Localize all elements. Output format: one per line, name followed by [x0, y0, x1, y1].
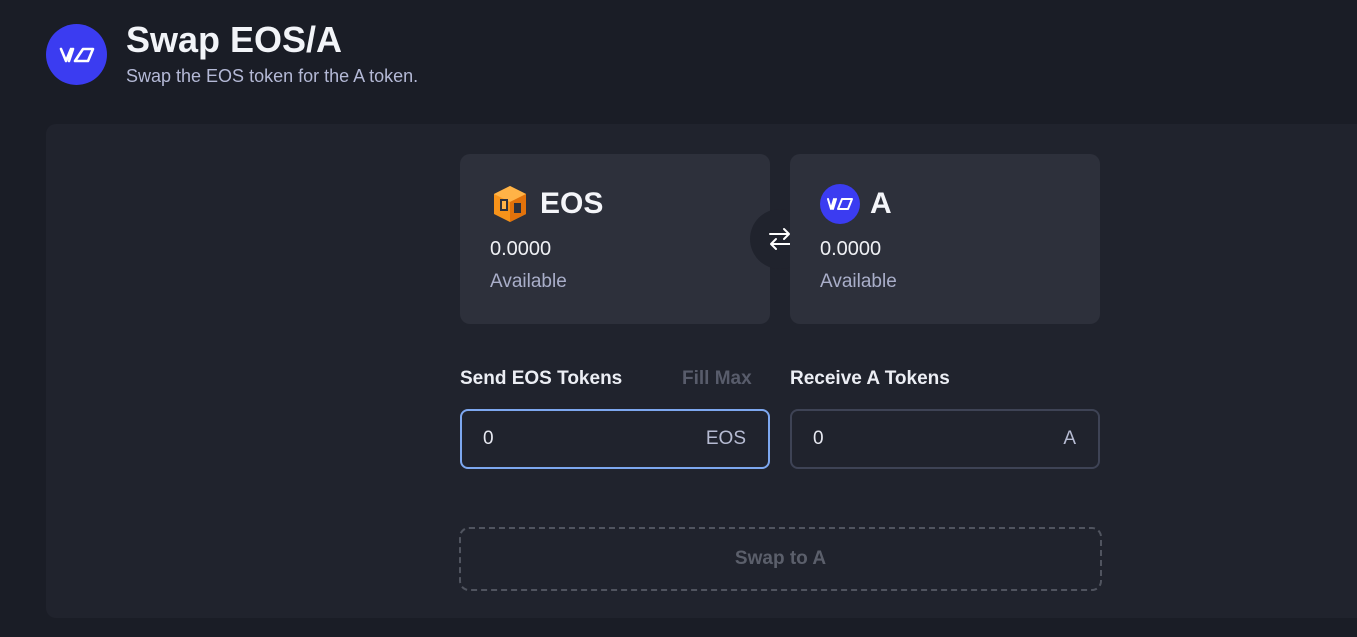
to-token-balance: 0.0000 [820, 238, 882, 260]
send-label: Send EOS Tokens [460, 368, 623, 389]
eos-token-icon [490, 184, 530, 224]
send-unit: EOS [705, 428, 746, 449]
page-title: Swap EOS/A [126, 19, 343, 60]
receive-unit: A [1063, 428, 1076, 449]
send-amount-value[interactable]: 0 [483, 428, 494, 450]
page-header: Swap EOS/A Swap the EOS token for the A … [46, 20, 418, 87]
fill-max-button[interactable]: Fill Max [682, 368, 752, 390]
to-token-symbol: A [870, 187, 892, 220]
receive-amount-input[interactable]: 0 A [790, 409, 1100, 469]
from-token-card: EOS 0.0000 Available [460, 154, 770, 324]
from-token-available-label: Available [490, 271, 567, 292]
a-token-icon [820, 184, 860, 224]
swap-button[interactable]: Swap to A [459, 527, 1102, 591]
brand-logo-icon [46, 24, 107, 85]
page-subtitle: Swap the EOS token for the A token. [126, 66, 419, 86]
from-token-balance: 0.0000 [490, 238, 552, 260]
receive-label: Receive A Tokens [790, 368, 950, 389]
receive-amount-value[interactable]: 0 [813, 428, 824, 450]
send-amount-input[interactable]: 0 EOS [460, 409, 770, 469]
to-token-available-label: Available [820, 271, 897, 292]
from-token-symbol: EOS [540, 187, 604, 220]
to-token-card: A 0.0000 Available [790, 154, 1100, 324]
